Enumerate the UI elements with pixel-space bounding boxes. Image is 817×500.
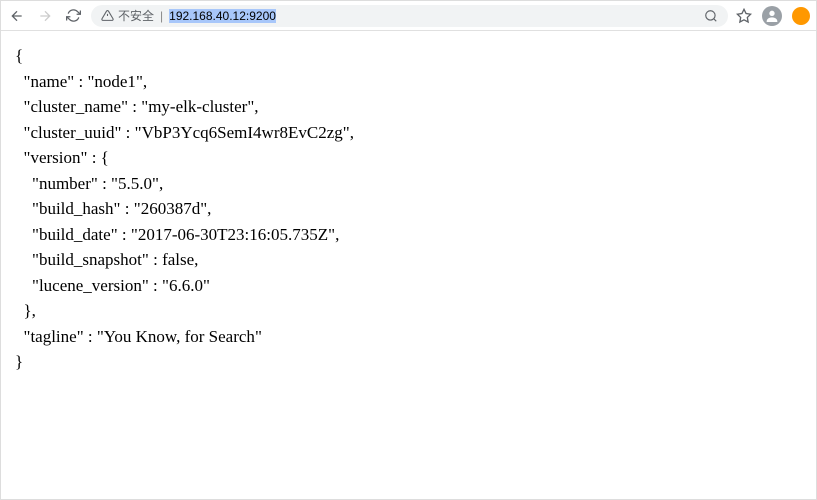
json-build-date: 2017-06-30T23:16:05.735Z — [138, 225, 328, 244]
json-cluster-name: my-elk-cluster — [148, 97, 247, 116]
json-content: { "name" : "node1", "cluster_name" : "my… — [1, 31, 816, 387]
warning-icon — [101, 9, 114, 22]
json-tagline: You Know, for Search — [104, 327, 255, 346]
notification-badge[interactable] — [792, 7, 810, 25]
separator: | — [160, 9, 163, 23]
url-input[interactable]: 不安全 | 192.168.40.12:9200 — [91, 5, 728, 27]
security-label: 不安全 — [118, 7, 154, 24]
profile-avatar[interactable] — [762, 6, 782, 26]
browser-address-bar: 不安全 | 192.168.40.12:9200 — [1, 1, 816, 31]
reload-button[interactable] — [63, 6, 83, 26]
json-build-hash: 260387d — [141, 199, 201, 218]
forward-button[interactable] — [35, 6, 55, 26]
zoom-icon[interactable] — [704, 9, 718, 23]
toolbar-right — [736, 6, 810, 26]
json-version-number: 5.5.0 — [118, 174, 152, 193]
star-icon[interactable] — [736, 8, 752, 24]
json-build-snapshot: false — [162, 250, 194, 269]
json-name: node1 — [94, 72, 136, 91]
json-cluster-uuid: VbP3Ycq6SemI4wr8EvC2zg — [142, 123, 343, 142]
security-warning: 不安全 — [101, 7, 154, 24]
back-button[interactable] — [7, 6, 27, 26]
url-text: 192.168.40.12:9200 — [169, 9, 276, 23]
json-lucene-version: 6.6.0 — [169, 276, 203, 295]
